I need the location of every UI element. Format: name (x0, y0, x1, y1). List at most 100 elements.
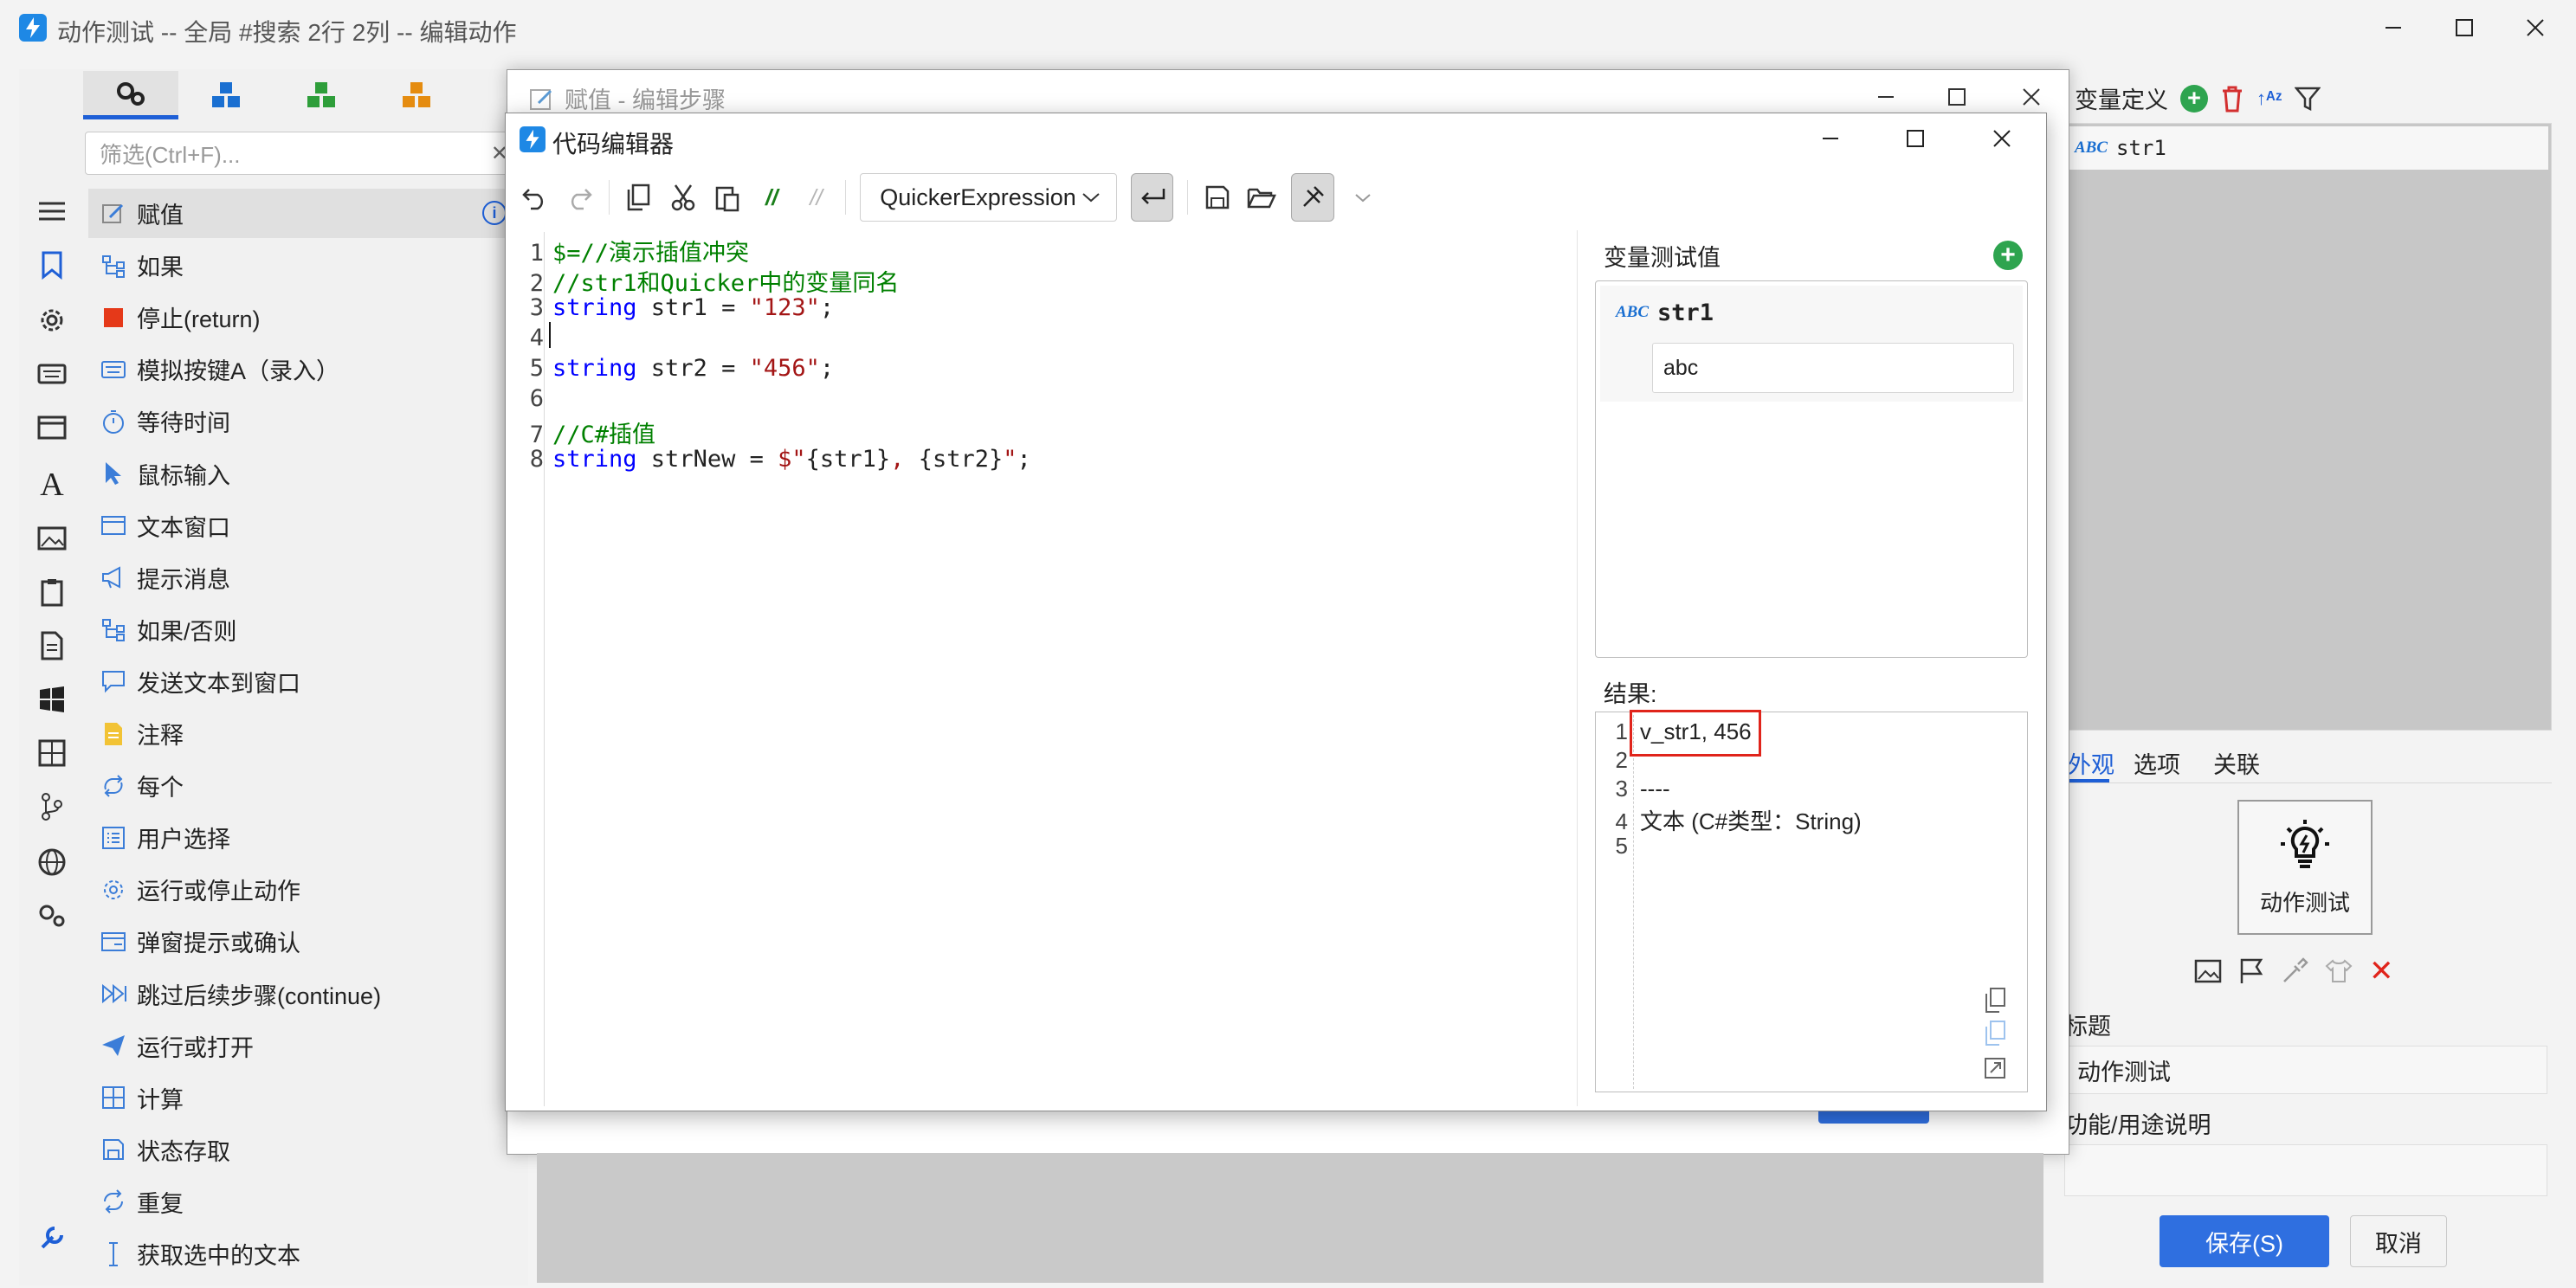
menu-icon[interactable] (35, 194, 69, 229)
action-item[interactable]: 文本窗口 (88, 501, 521, 551)
paste-icon[interactable] (712, 180, 742, 215)
action-item[interactable]: 每个 (88, 761, 521, 810)
filter-input[interactable]: 筛选(Ctrl+F)... ✕ (85, 132, 523, 175)
globe-icon[interactable] (35, 845, 69, 879)
tab-options[interactable]: 选项 (2134, 746, 2180, 780)
add-variable-icon[interactable]: + (2180, 84, 2208, 113)
action-item[interactable]: 注释 (88, 709, 521, 758)
uncomment-icon[interactable]: // (801, 180, 831, 215)
comment-icon[interactable]: // (757, 180, 787, 215)
cut-icon[interactable] (668, 180, 698, 215)
font-icon[interactable]: A (35, 467, 69, 503)
action-item[interactable]: 用户选择 (88, 813, 521, 862)
save-file-icon[interactable] (1202, 180, 1232, 215)
info-icon[interactable]: i (482, 201, 507, 225)
action-item[interactable]: 如果/否则 (88, 605, 521, 654)
title-input[interactable]: 动作测试 (2064, 1046, 2547, 1094)
step-maximize-button[interactable] (1940, 80, 1974, 114)
eyedropper-icon[interactable] (2281, 957, 2308, 985)
debug-toggle-icon[interactable] (1290, 173, 1334, 222)
cancel-button[interactable]: 取消 (2350, 1215, 2447, 1267)
maximize-button[interactable] (2447, 10, 2482, 45)
close-button[interactable] (2518, 10, 2553, 45)
code-minimize-button[interactable] (1813, 121, 1848, 156)
action-item-label: 弹窗提示或确认 (137, 931, 300, 957)
action-item[interactable]: 模拟按键A（录入） (88, 345, 521, 394)
delete-variable-icon[interactable] (2220, 85, 2244, 113)
copy-result-icon[interactable] (1979, 985, 2011, 1016)
send-icon (100, 1033, 126, 1059)
tab-blue-cubes[interactable] (178, 71, 274, 119)
flag-icon[interactable] (2237, 957, 2265, 985)
test-value-input[interactable]: abc (1652, 343, 2014, 393)
action-item[interactable]: 运行或打开 (88, 1021, 521, 1071)
action-item[interactable]: 获取选中的文本 (88, 1229, 521, 1278)
clipboard-icon[interactable] (35, 575, 69, 609)
word-wrap-toggle-icon[interactable] (1130, 173, 1174, 222)
result-text: 文本 (C#类型：String) (1640, 808, 1862, 834)
minimize-button[interactable] (2376, 10, 2411, 45)
action-item[interactable]: 如果 (88, 241, 521, 290)
undo-icon[interactable] (520, 180, 550, 215)
tab-appearance[interactable]: 外观 (2068, 746, 2114, 780)
image-icon[interactable] (35, 521, 69, 556)
settings-gears-icon[interactable] (35, 898, 69, 933)
copy-icon[interactable] (623, 180, 654, 215)
action-item[interactable]: 等待时间 (88, 396, 521, 446)
action-item-label: 如果/否则 (137, 618, 237, 645)
redo-icon[interactable] (564, 180, 594, 215)
copy-all-icon[interactable] (1979, 1018, 2011, 1049)
action-item[interactable]: 计算 (88, 1073, 521, 1123)
bookmark-icon[interactable] (35, 248, 69, 282)
description-input[interactable] (2064, 1144, 2547, 1196)
tab-settings-gears[interactable] (83, 71, 178, 119)
shirt-icon[interactable] (2324, 958, 2353, 984)
code-maximize-button[interactable] (1898, 121, 1933, 156)
step-ok-button[interactable] (1818, 1111, 1929, 1124)
tab-orange-cubes[interactable] (369, 71, 464, 119)
image-icon[interactable] (2194, 958, 2222, 984)
action-item[interactable]: 弹窗提示或确认 (88, 917, 521, 966)
window-icon[interactable] (35, 410, 69, 445)
keyboard-icon[interactable] (35, 357, 69, 391)
action-item[interactable]: 状态存取 (88, 1125, 521, 1175)
action-item[interactable]: 停止(return) (88, 293, 521, 342)
open-folder-icon[interactable] (1247, 180, 1277, 215)
action-item[interactable]: 发送文本到窗口 (88, 657, 521, 706)
filter-icon[interactable] (2294, 86, 2321, 112)
action-item[interactable]: 赋值 i (88, 189, 521, 238)
calculator-icon[interactable] (35, 736, 69, 770)
tab-association[interactable]: 关联 (2213, 746, 2260, 780)
sort-az-icon[interactable]: ↑ᴬᶻ (2256, 87, 2282, 110)
more-chevron-icon[interactable] (1348, 180, 1378, 215)
language-select[interactable]: QuickerExpression (860, 173, 1117, 222)
action-icon-preview[interactable]: 动作测试 (2237, 800, 2373, 935)
action-item[interactable]: 鼠标输入 (88, 449, 521, 499)
action-item[interactable]: 重复 (88, 1177, 521, 1227)
action-item-label: 停止(return) (137, 306, 261, 333)
variable-list (2064, 123, 2552, 731)
document-icon[interactable] (35, 628, 69, 663)
save-button[interactable]: 保存(S) (2160, 1215, 2329, 1267)
edit-icon (530, 88, 552, 110)
gear-icon[interactable] (35, 303, 69, 338)
add-test-value-icon[interactable]: + (1993, 241, 2023, 270)
tab-green-cubes[interactable] (274, 71, 369, 119)
action-item[interactable]: 提示消息 (88, 553, 521, 602)
code-token: ; (819, 294, 835, 321)
step-minimize-button[interactable] (1869, 80, 1903, 114)
action-item[interactable]: 跳过后续步骤(continue) (88, 969, 521, 1019)
code-close-button[interactable] (1985, 121, 2019, 156)
title-label: 标题 (2064, 1014, 2111, 1040)
windows-icon[interactable] (35, 682, 69, 717)
action-item[interactable]: 运行脚本 (88, 1281, 521, 1288)
action-item[interactable]: 运行或停止动作 (88, 865, 521, 914)
variable-row[interactable]: ABC str1 (2068, 126, 2548, 170)
action-item-label: 模拟按键A（录入） (137, 358, 340, 385)
step-close-button[interactable] (2014, 80, 2049, 114)
git-branch-icon[interactable] (35, 789, 69, 824)
code-token: str1 = (636, 294, 750, 321)
open-external-icon[interactable] (1979, 1053, 2011, 1084)
remove-icon[interactable]: ✕ (2369, 956, 2394, 986)
wrench-icon[interactable] (35, 1220, 69, 1255)
